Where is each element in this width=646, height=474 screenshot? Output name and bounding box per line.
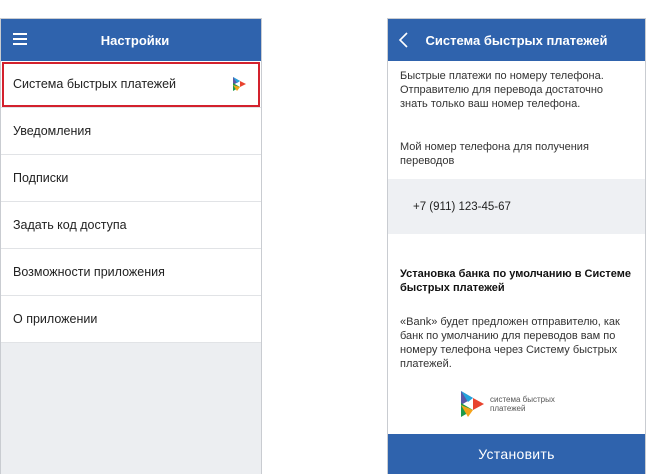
menu-item-label: Возможности приложения — [13, 265, 165, 279]
menu-item-app-features[interactable]: Возможности приложения — [1, 249, 261, 296]
sbp-screen: Система быстрых платежей Быстрые платежи… — [387, 18, 646, 474]
menu-item-sbp[interactable]: Система быстрых платежей — [1, 61, 261, 108]
settings-screen: Настройки Система быстрых платежей Уведо… — [0, 18, 262, 474]
menu-empty-area — [1, 343, 261, 474]
chevron-left-icon[interactable] — [397, 31, 411, 49]
sbp-content: Быстрые платежи по номеру телефона. Отпр… — [388, 69, 645, 371]
menu-item-label: О приложении — [13, 312, 98, 326]
menu-item-label: Подписки — [13, 171, 69, 185]
menu-item-label: Система быстрых платежей — [13, 77, 177, 91]
phone-number-value: +7 (911) 123-45-67 — [413, 200, 511, 213]
sbp-logo-text: система быстрых платежей — [490, 395, 555, 413]
sbp-title: Система быстрых платежей — [425, 32, 608, 48]
menu-item-subscriptions[interactable]: Подписки — [1, 155, 261, 202]
default-bank-description: «Bank» будет предложен отправителю, как … — [400, 316, 620, 370]
settings-header: Настройки — [1, 19, 261, 61]
phone-number-field[interactable]: +7 (911) 123-45-67 — [388, 179, 645, 234]
menu-item-access-code[interactable]: Задать код доступа — [1, 202, 261, 249]
sbp-header: Система быстрых платежей — [388, 19, 645, 61]
menu-item-about[interactable]: О приложении — [1, 296, 261, 343]
default-bank-title: Установка банка по умолчанию в Системе б… — [400, 268, 631, 294]
sbp-logo: система быстрых платежей — [459, 390, 580, 418]
hamburger-menu-icon[interactable] — [13, 33, 27, 45]
sbp-logo-icon — [461, 391, 484, 417]
menu-item-notifications[interactable]: Уведомления — [1, 108, 261, 155]
settings-title: Настройки — [100, 32, 170, 48]
install-button[interactable]: Установить — [388, 434, 645, 474]
intro-text: Быстрые платежи по номеру телефона. Отпр… — [400, 70, 604, 110]
menu-item-label: Уведомления — [13, 124, 92, 138]
sbp-logo-icon — [233, 77, 246, 91]
menu-item-label: Задать код доступа — [13, 218, 127, 232]
settings-menu: Система быстрых платежей Уведомления Под… — [1, 61, 261, 343]
phone-number-label: Мой номер телефона для получения перевод… — [400, 141, 589, 167]
